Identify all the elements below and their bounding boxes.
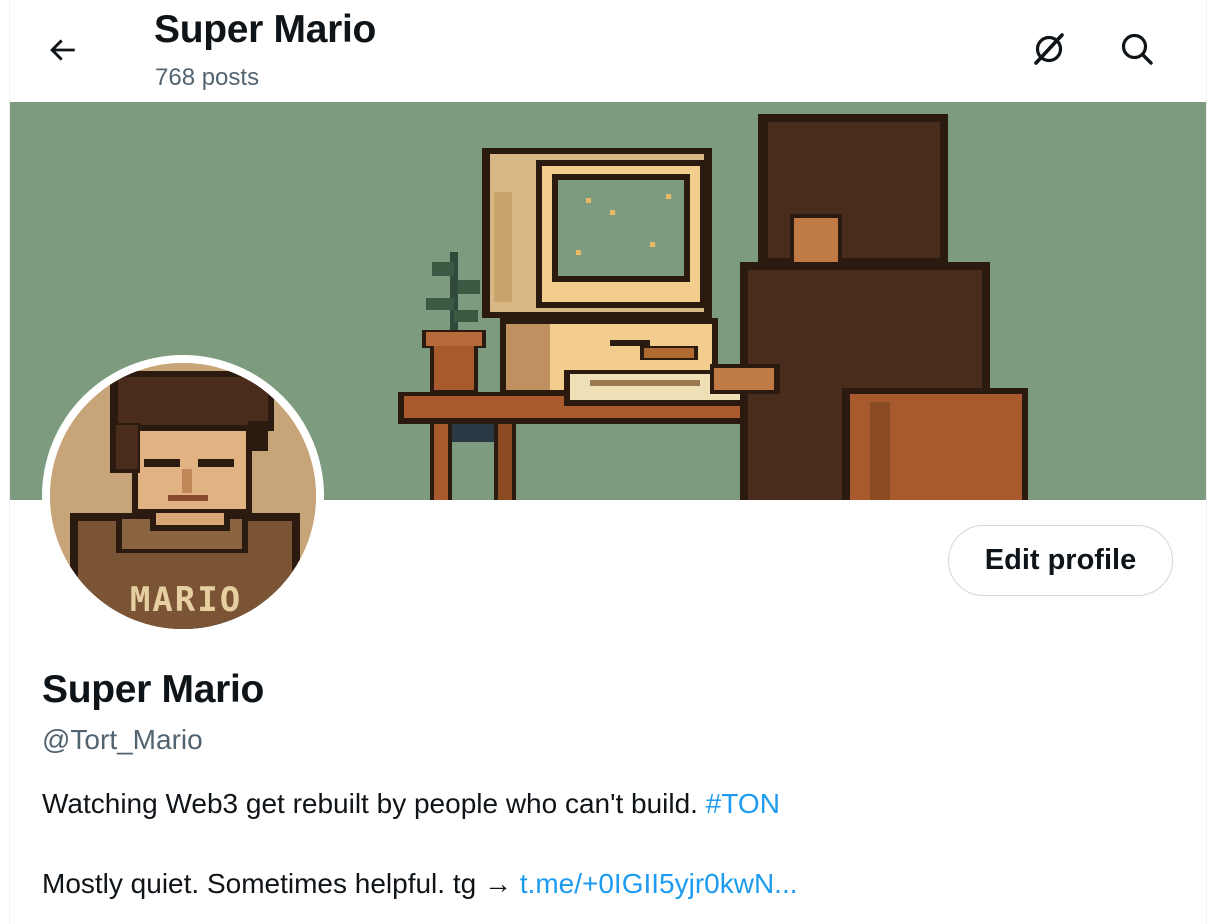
back-arrow-icon bbox=[50, 39, 75, 61]
search-icon bbox=[1121, 33, 1153, 65]
bio-text-1: Watching Web3 get rebuilt by people who … bbox=[42, 788, 698, 819]
avatar-border: MARIO bbox=[42, 355, 324, 637]
bio-line-2: Mostly quiet. Sometimes helpful. tg → t.… bbox=[42, 868, 798, 900]
avatar-hoodie-text: MARIO bbox=[130, 580, 242, 620]
grok-button[interactable] bbox=[1027, 27, 1071, 71]
back-button[interactable] bbox=[40, 30, 84, 70]
profile-name: Super Mario bbox=[42, 668, 265, 711]
search-button[interactable] bbox=[1115, 27, 1159, 71]
header-title: Super Mario bbox=[154, 8, 377, 51]
bio-line-1: Watching Web3 get rebuilt by people who … bbox=[42, 788, 780, 820]
avatar-pixel-art: MARIO bbox=[50, 363, 316, 629]
grok-icon bbox=[1034, 33, 1064, 65]
profile-handle: @Tort_Mario bbox=[42, 724, 203, 755]
telegram-link[interactable]: t.me/+0IGII5yjr0kwN... bbox=[520, 868, 798, 899]
post-count: 768 posts bbox=[155, 64, 260, 91]
edit-profile-button[interactable]: Edit profile bbox=[948, 525, 1173, 596]
hashtag-link[interactable]: #TON bbox=[706, 788, 780, 819]
bio-text-2: Mostly quiet. Sometimes helpful. tg → bbox=[42, 868, 512, 899]
avatar[interactable]: MARIO bbox=[50, 363, 316, 629]
